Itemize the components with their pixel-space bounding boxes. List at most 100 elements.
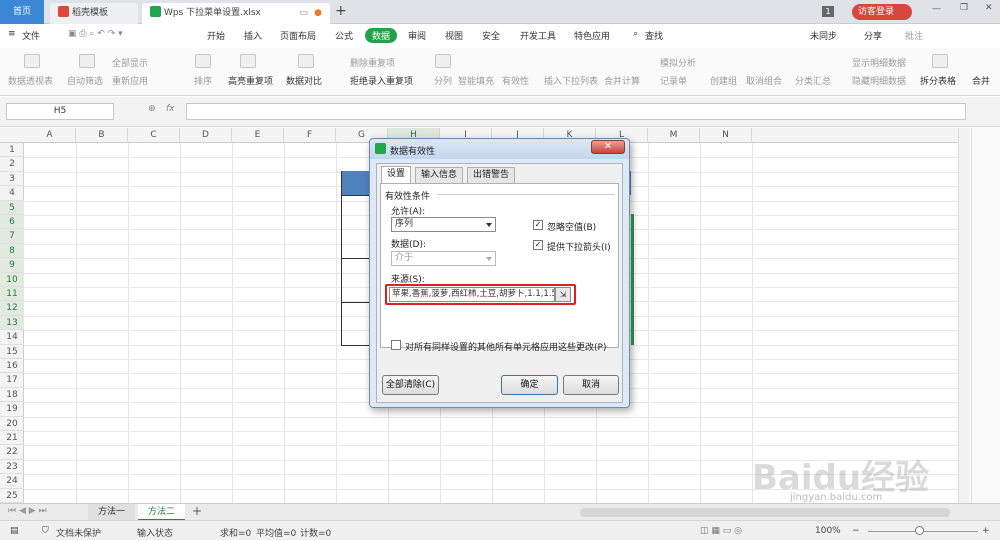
cancel-button[interactable]: 取消 — [563, 375, 619, 395]
allow-select[interactable]: 序列 — [391, 217, 496, 232]
ribbon-merge-calc[interactable]: 合并计算 — [604, 74, 640, 87]
row-header-6[interactable]: 6 — [0, 215, 24, 230]
ribbon-merge-table[interactable]: 合并 — [972, 74, 990, 87]
row-header-8[interactable]: 8 — [0, 243, 24, 259]
row-header-14[interactable]: 14 — [0, 330, 24, 345]
menu-developer[interactable]: 开发工具 — [520, 29, 556, 42]
row-header-21[interactable]: 21 — [0, 431, 24, 446]
formula-input[interactable] — [186, 103, 966, 120]
hamburger-icon[interactable]: ≡ — [8, 29, 16, 39]
clear-all-button[interactable]: 全部清除(C) — [382, 375, 439, 395]
ribbon-create-group[interactable]: 创建组 — [710, 74, 737, 87]
menu-formula[interactable]: 公式 — [335, 29, 353, 42]
menu-start[interactable]: 开始 — [207, 29, 225, 42]
zoom-in-icon[interactable]: + — [982, 526, 990, 536]
menu-view[interactable]: 视图 — [445, 29, 463, 42]
ribbon-reapply[interactable]: 重新应用 — [112, 74, 148, 87]
row-header-2[interactable]: 2 — [0, 157, 24, 172]
ribbon-hide-detail[interactable]: 隐藏明细数据 — [852, 74, 906, 87]
tab-file[interactable]: Wps 下拉菜单设置.xlsx ▭ ● — [142, 3, 330, 24]
ribbon-insert-dropdown[interactable]: 插入下拉列表 — [544, 74, 598, 87]
column-header-m[interactable]: M — [648, 128, 700, 143]
row-header-19[interactable]: 19 — [0, 402, 24, 417]
apply-all-checkbox[interactable] — [391, 340, 401, 350]
ribbon-compare[interactable]: 数据对比 — [286, 74, 322, 87]
column-header-e[interactable]: E — [232, 128, 284, 143]
row-header-12[interactable]: 12 — [0, 301, 24, 316]
range-select-icon[interactable]: ⇲ — [555, 287, 571, 302]
minimize-icon[interactable]: — — [932, 4, 941, 14]
add-sheet-icon[interactable]: + — [192, 504, 202, 518]
tab-home[interactable]: 首页 — [0, 0, 44, 24]
menu-features[interactable]: 特色应用 — [574, 29, 610, 42]
row-header-24[interactable]: 24 — [0, 474, 24, 489]
menu-share[interactable]: 分享 — [864, 29, 882, 42]
zoom-formula-icon[interactable]: ⊕ — [148, 104, 156, 114]
column-header-c[interactable]: C — [128, 128, 180, 143]
sheet-tab-1[interactable]: 方法一 — [88, 504, 136, 521]
login-button[interactable]: 访客登录 — [852, 4, 912, 20]
row-header-11[interactable]: 11 — [0, 287, 24, 302]
protect-status[interactable]: 文档未保护 — [56, 526, 101, 539]
column-header-a[interactable]: A — [24, 128, 76, 143]
row-header-20[interactable]: 20 — [0, 417, 24, 431]
row-header-16[interactable]: 16 — [0, 359, 24, 374]
row-header-10[interactable]: 10 — [0, 272, 24, 287]
menu-review[interactable]: 审阅 — [408, 29, 426, 42]
row-header-18[interactable]: 18 — [0, 388, 24, 403]
fx-icon[interactable]: fx — [166, 104, 175, 114]
ribbon-autofilter[interactable]: 自动筛选 — [67, 74, 103, 87]
ribbon-smartfill[interactable]: 智能填充 — [458, 74, 494, 87]
tab-templates[interactable]: 稻壳模板 — [50, 3, 138, 24]
source-input[interactable]: 苹果,香蕉,菠萝,西红柿,土豆,胡萝卜,1.1,1.5 — [389, 287, 555, 302]
column-header-b[interactable]: B — [76, 128, 128, 143]
row-header-7[interactable]: 7 — [0, 229, 24, 244]
ribbon-simulate[interactable]: 模拟分析 — [660, 56, 696, 69]
column-header-f[interactable]: F — [284, 128, 336, 143]
row-header-22[interactable]: 22 — [0, 445, 24, 460]
ribbon-showall[interactable]: 全部显示 — [112, 56, 148, 69]
ribbon-pivot[interactable]: 数据透视表 — [8, 74, 53, 87]
ribbon-reject-dup[interactable]: 拒绝录入重复项 — [350, 74, 413, 87]
row-header-15[interactable]: 15 — [0, 345, 24, 359]
dialog-titlebar[interactable]: 数据有效性 ✕ — [370, 139, 629, 159]
zoom-slider-thumb[interactable] — [915, 526, 924, 535]
ribbon-subtotal[interactable]: 分类汇总 — [795, 74, 831, 87]
macro-icon[interactable]: ▤ — [10, 526, 19, 536]
sheet-tab-2[interactable]: 方法二 — [138, 504, 186, 521]
ribbon-record[interactable]: 记录单 — [660, 74, 687, 87]
quick-access-icons[interactable]: ▣ ⎙ ⌕ ↶ ↷ ▾ — [68, 29, 123, 39]
row-header-25[interactable]: 25 — [0, 489, 24, 503]
menu-search[interactable]: 查找 — [645, 29, 663, 42]
monitor-icon[interactable]: ▭ — [299, 3, 308, 23]
tab-input-message[interactable]: 输入信息 — [415, 167, 464, 183]
menu-layout[interactable]: 页面布局 — [280, 29, 316, 42]
vertical-scrollbar[interactable] — [958, 128, 970, 503]
column-header-d[interactable]: D — [180, 128, 232, 143]
ribbon-ungroup[interactable]: 取消组合 — [746, 74, 782, 87]
sheet-nav-icons[interactable]: ⏮ ◀ ▶ ⏭ — [8, 506, 47, 516]
ribbon-split-table[interactable]: 拆分表格 — [920, 74, 956, 87]
menu-sync[interactable]: 未同步 — [810, 29, 837, 42]
ribbon-sort[interactable]: 排序 — [194, 74, 212, 87]
view-mode-icons[interactable]: ◫ ▦ ▭ ◎ — [700, 526, 742, 536]
ignore-blank-checkbox[interactable]: ✓ — [533, 220, 543, 230]
dropdown-arrow-checkbox[interactable]: ✓ — [533, 240, 543, 250]
row-header-1[interactable]: 1 — [0, 143, 24, 158]
dialog-close-button[interactable]: ✕ — [591, 140, 625, 154]
name-box[interactable]: H5 — [6, 103, 114, 120]
maximize-icon[interactable]: ❐ — [960, 3, 968, 13]
menu-security[interactable]: 安全 — [482, 29, 500, 42]
ribbon-show-detail[interactable]: 显示明细数据 — [852, 56, 906, 69]
new-tab-icon[interactable]: + — [335, 3, 347, 19]
ok-button[interactable]: 确定 — [501, 375, 558, 395]
menu-data[interactable]: 数据 — [365, 28, 398, 43]
row-header-3[interactable]: 3 — [0, 172, 24, 187]
horizontal-scrollbar[interactable] — [580, 508, 950, 517]
close-window-icon[interactable]: ✕ — [985, 3, 993, 13]
zoom-level[interactable]: 100% — [815, 526, 841, 536]
row-header-23[interactable]: 23 — [0, 460, 24, 475]
ribbon-highlight[interactable]: 高亮重复项 — [228, 74, 273, 87]
row-header-5[interactable]: 5 — [0, 200, 24, 215]
row-header-9[interactable]: 9 — [0, 258, 24, 273]
